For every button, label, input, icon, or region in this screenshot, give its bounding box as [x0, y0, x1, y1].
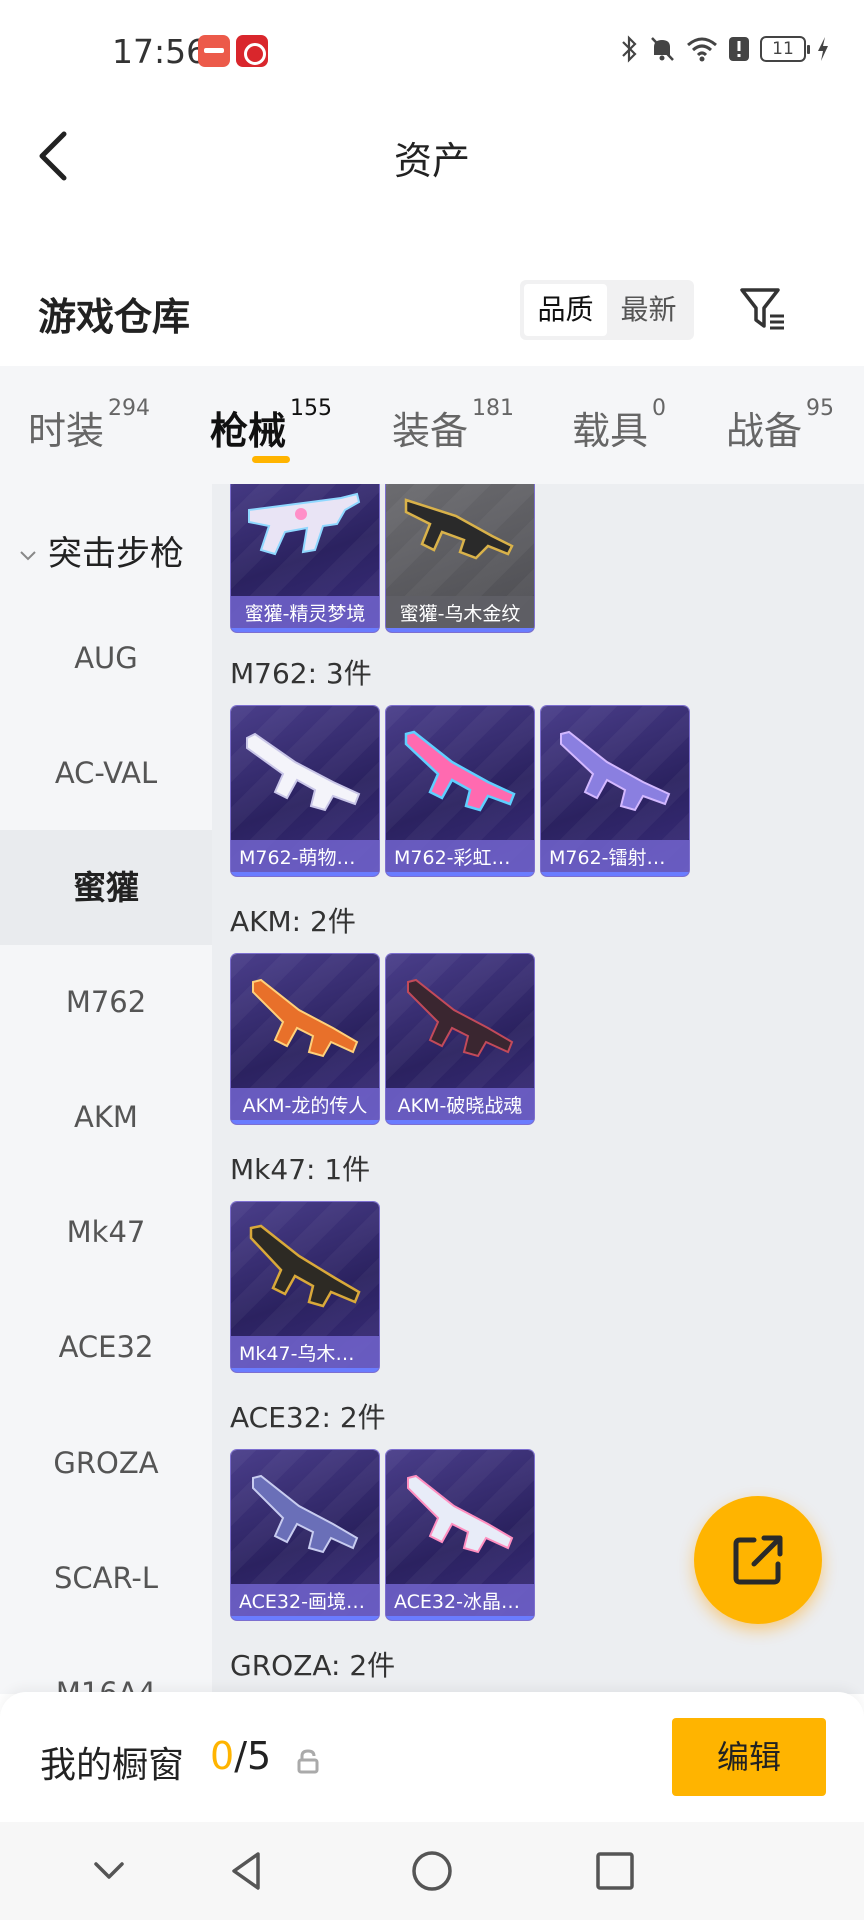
mute-icon [651, 37, 674, 61]
skin-name: ACE32-冰晶之心 [386, 1584, 534, 1620]
tab-count: 294 [108, 396, 151, 421]
group-label-ace32: ACE32: 2件 [230, 1401, 386, 1434]
wifi-icon [687, 37, 717, 62]
sidebar-item-honey-badger[interactable]: 蜜獾 [0, 830, 212, 945]
sidebar-category-assault-rifles[interactable]: 突击步枪 [18, 526, 184, 575]
showcase-current: 0 [210, 1734, 235, 1778]
rifle-icon [404, 730, 516, 812]
home-circle-icon[interactable] [407, 1846, 457, 1896]
rifle-icon [252, 978, 359, 1058]
tab-count: 95 [806, 396, 835, 421]
skin-card[interactable]: ACE32-画境山河 [231, 1450, 379, 1620]
app-notification-icon [236, 35, 268, 67]
tab-label: 载具 [572, 409, 649, 453]
tab-equipment[interactable]: 装备181 [392, 396, 514, 455]
tab-count: 155 [290, 396, 333, 421]
rifle-icon [404, 498, 514, 560]
tab-vehicles[interactable]: 载具0 [572, 396, 666, 455]
charging-icon [818, 37, 828, 61]
rifle-icon [407, 1474, 514, 1554]
skin-card[interactable]: 蜜獾-乌木金纹 [386, 484, 534, 632]
app-header: 资产 [0, 100, 864, 210]
showcase-bar: 我的橱窗 0/5 编辑 [0, 1692, 864, 1822]
sidebar-item-ace32[interactable]: ACE32 [0, 1290, 212, 1405]
skin-card[interactable]: ACE32-冰晶之心 [386, 1450, 534, 1620]
bluetooth-icon [622, 35, 637, 63]
category-tabs: 时装294 枪械155 装备181 载具0 战备95 [0, 366, 864, 484]
sidebar-item-m16a4[interactable]: M16A4 [0, 1636, 212, 1694]
tab-supplies[interactable]: 战备95 [726, 396, 834, 455]
skin-name: ACE32-画境山河 [231, 1584, 379, 1620]
tab-count: 0 [652, 396, 667, 421]
chevron-down-icon [20, 550, 36, 560]
showcase-count: 0/5 [210, 1734, 271, 1778]
rifle-icon [249, 1224, 361, 1308]
rifle-icon [560, 730, 671, 812]
tab-count: 181 [472, 396, 515, 421]
group-label-groza: GROZA: 2件 [230, 1649, 396, 1682]
sidebar-category-label: 突击步枪 [48, 534, 184, 574]
group-label-mk47: Mk47: 1件 [230, 1153, 371, 1186]
skin-name: 蜜獾-精灵梦境 [231, 596, 379, 632]
rifle-icon [252, 1474, 359, 1554]
tab-fashion[interactable]: 时装294 [28, 396, 150, 455]
sidebar-item-scar-l[interactable]: SCAR-L [0, 1521, 212, 1636]
sidebar-item-m762[interactable]: M762 [0, 945, 212, 1060]
active-tab-indicator [252, 456, 290, 463]
tab-label: 时装 [28, 409, 105, 453]
group-label-akm: AKM: 2件 [230, 905, 356, 938]
system-nav-bar [0, 1822, 864, 1920]
skin-card[interactable]: AKM-龙的传人 [231, 954, 379, 1124]
page-title: 资产 [393, 139, 470, 183]
lock-icon [297, 1749, 319, 1774]
app-notification-icon [198, 35, 230, 67]
skin-card[interactable]: M762-镭射光影 [541, 706, 689, 876]
skin-card[interactable]: M762-彩虹梦境 [386, 706, 534, 876]
showcase-label: 我的橱窗 [40, 1745, 185, 1786]
warehouse-header: 游戏仓库 品质 最新 [0, 260, 864, 360]
status-icons: 11 [620, 34, 830, 64]
group-label-m762: M762: 3件 [230, 657, 372, 690]
tab-label: 装备 [392, 409, 469, 453]
status-bar: 17:56 11 [0, 0, 864, 100]
skin-name: M762-萌物派对 [231, 840, 379, 876]
skin-name: M762-彩虹梦境 [386, 840, 534, 876]
skin-card[interactable]: 蜜獾-精灵梦境 [231, 484, 379, 632]
rifle-icon [246, 732, 361, 812]
tab-label: 枪械 [210, 409, 287, 453]
rifle-icon [248, 492, 361, 556]
share-button[interactable] [694, 1496, 822, 1624]
rifle-icon [407, 978, 514, 1058]
skin-card[interactable]: M762-萌物派对 [231, 706, 379, 876]
sidebar-item-mk47[interactable]: Mk47 [0, 1175, 212, 1290]
skin-name: Mk47-乌木金纹 [231, 1336, 379, 1372]
recents-square-icon[interactable] [590, 1846, 640, 1896]
sort-newest-button[interactable]: 最新 [607, 284, 690, 336]
collapse-icon[interactable] [84, 1846, 134, 1896]
edit-button[interactable]: 编辑 [672, 1718, 826, 1796]
skin-card[interactable]: Mk47-乌木金纹 [231, 1202, 379, 1372]
skin-name: AKM-破晓战魂 [386, 1088, 534, 1124]
sidebar-item-groza[interactable]: GROZA [0, 1406, 212, 1521]
tab-guns[interactable]: 枪械155 [210, 396, 332, 455]
skin-name: 蜜獾-乌木金纹 [386, 596, 534, 632]
showcase-total: /5 [234, 1734, 272, 1778]
sort-quality-button[interactable]: 品质 [524, 284, 607, 336]
tab-label: 战备 [726, 409, 803, 453]
battery-icon: 11 [760, 36, 810, 62]
sort-toggle: 品质 最新 [520, 280, 694, 340]
status-time: 17:56 [112, 32, 208, 71]
skin-card[interactable]: AKM-破晓战魂 [386, 954, 534, 1124]
back-triangle-icon[interactable] [222, 1846, 272, 1896]
filter-icon[interactable] [738, 284, 788, 334]
skin-name: AKM-龙的传人 [231, 1088, 379, 1124]
alert-icon [729, 37, 749, 61]
sidebar-item-akm[interactable]: AKM [0, 1060, 212, 1175]
weapon-sidebar: 突击步枪 AUG AC-VAL 蜜獾 M762 AKM Mk47 ACE32 G… [0, 484, 212, 1694]
skin-name: M762-镭射光影 [541, 840, 689, 876]
sidebar-item-aug[interactable]: AUG [0, 601, 212, 716]
warehouse-title: 游戏仓库 [38, 295, 191, 339]
sidebar-item-ac-val[interactable]: AC-VAL [0, 716, 212, 831]
share-icon [733, 1535, 783, 1585]
